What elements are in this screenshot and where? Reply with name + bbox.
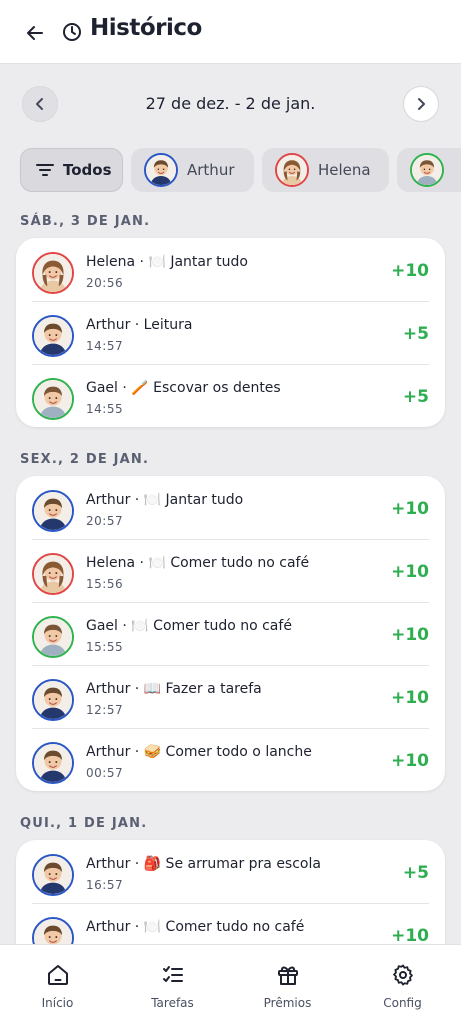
points-value: +10 xyxy=(391,625,429,645)
nav-label: Prêmios xyxy=(263,996,312,1010)
avatar xyxy=(32,679,74,721)
activity-title: Arthur · 🎒 Se arrumar pra escola xyxy=(86,856,321,872)
filter-chip-helena[interactable]: Helena xyxy=(262,148,389,192)
nav-item-config[interactable]: Config xyxy=(345,945,460,1024)
points-value: +10 xyxy=(391,562,429,582)
section-date-header: QUI., 1 DE JAN. xyxy=(20,816,148,831)
top-app-bar: Histórico xyxy=(0,0,461,64)
history-row[interactable]: Helena · 🍽️ Comer tudo no café 15:56 +10 xyxy=(16,539,445,602)
bottom-navigation: Início Tarefas Prêmios Config xyxy=(0,944,461,1024)
points-value: +10 xyxy=(391,688,429,708)
person-filter-chips: Todos Arthur Helena xyxy=(20,148,461,192)
filter-chip-gael[interactable] xyxy=(397,148,461,192)
activity-title: Arthur · 🍽️ Jantar tudo xyxy=(86,492,244,508)
activity-title: Arthur · 🍽️ Comer tudo no café xyxy=(86,919,305,935)
nav-label: Início xyxy=(41,996,74,1010)
activity-title: Gael · 🪥 Escovar os dentes xyxy=(86,380,281,396)
avatar xyxy=(32,616,74,658)
avatar xyxy=(32,378,74,420)
activity-time: 14:57 xyxy=(86,339,124,353)
points-value: +5 xyxy=(402,863,429,883)
arrow-left-icon xyxy=(27,26,43,40)
activity-time: 00:57 xyxy=(86,766,124,780)
avatar xyxy=(275,153,309,187)
history-row[interactable]: Arthur · 🎒 Se arrumar pra escola 16:57 +… xyxy=(16,840,445,903)
activity-title: Arthur · 📖 Fazer a tarefa xyxy=(86,681,262,697)
nav-item-inicio[interactable]: Início xyxy=(0,945,115,1024)
filter-chip-label: Todos xyxy=(63,161,112,179)
activity-time: 14:55 xyxy=(86,402,124,416)
nav-item-tarefas[interactable]: Tarefas xyxy=(115,945,230,1024)
history-row[interactable]: Gael · 🍽️ Comer tudo no café 15:55 +10 xyxy=(16,602,445,665)
avatar xyxy=(144,153,178,187)
activity-title: Arthur · Leitura xyxy=(86,317,193,333)
chevron-right-icon xyxy=(418,98,425,110)
points-value: +10 xyxy=(391,926,429,946)
history-card: Arthur · 🍽️ Jantar tudo 20:57 +10 Helena… xyxy=(16,476,445,791)
filter-icon xyxy=(36,164,54,176)
avatar xyxy=(32,854,74,896)
history-card: Helena · 🍽️ Jantar tudo 20:56 +10 Arthur… xyxy=(16,238,445,427)
points-value: +10 xyxy=(391,499,429,519)
section-date-header: SEX., 2 DE JAN. xyxy=(20,452,150,467)
next-week-button[interactable] xyxy=(403,86,439,122)
checklist-icon xyxy=(163,966,183,982)
activity-title: Helena · 🍽️ Jantar tudo xyxy=(86,254,248,270)
history-row[interactable]: Arthur · 🥪 Comer todo o lanche 00:57 +10 xyxy=(16,728,445,791)
history-row[interactable]: Arthur · 📖 Fazer a tarefa 12:57 +10 xyxy=(16,665,445,728)
avatar xyxy=(32,490,74,532)
nav-item-premios[interactable]: Prêmios xyxy=(230,945,345,1024)
activity-time: 20:56 xyxy=(86,276,124,290)
filter-chip-all[interactable]: Todos xyxy=(20,148,123,192)
activity-title: Gael · 🍽️ Comer tudo no café xyxy=(86,618,292,634)
section-date-header: SÁB., 3 DE JAN. xyxy=(20,214,151,229)
activity-title: Helena · 🍽️ Comer tudo no café xyxy=(86,555,310,571)
nav-label: Tarefas xyxy=(151,996,194,1010)
points-value: +10 xyxy=(391,261,429,281)
activity-time: 16:57 xyxy=(86,878,124,892)
page-title: Histórico xyxy=(90,15,202,41)
history-row[interactable]: Helena · 🍽️ Jantar tudo 20:56 +10 xyxy=(16,238,445,301)
avatar xyxy=(32,252,74,294)
gear-icon xyxy=(393,964,413,986)
activity-time: 20:57 xyxy=(86,514,124,528)
date-range-bar: 27 de dez. - 2 de jan. xyxy=(0,64,461,144)
points-value: +5 xyxy=(402,387,429,407)
avatar xyxy=(32,553,74,595)
gift-icon xyxy=(278,966,298,985)
home-icon xyxy=(48,965,68,985)
back-button[interactable] xyxy=(22,20,48,46)
avatar xyxy=(32,742,74,784)
history-row[interactable]: Arthur · Leitura 14:57 +5 xyxy=(16,301,445,364)
points-value: +5 xyxy=(402,324,429,344)
filter-chip-arthur[interactable]: Arthur xyxy=(131,148,254,192)
filter-chip-label: Arthur xyxy=(187,161,235,179)
activity-time: 15:55 xyxy=(86,640,124,654)
activity-time: 15:56 xyxy=(86,577,124,591)
avatar xyxy=(410,153,444,187)
activity-time: 12:57 xyxy=(86,703,124,717)
activity-title: Arthur · 🥪 Comer todo o lanche xyxy=(86,744,312,760)
filter-chip-label: Helena xyxy=(318,161,371,179)
history-row[interactable]: Arthur · 🍽️ Jantar tudo 20:57 +10 xyxy=(16,476,445,539)
nav-label: Config xyxy=(383,996,422,1010)
history-row[interactable]: Gael · 🪥 Escovar os dentes 14:55 +5 xyxy=(16,364,445,427)
points-value: +10 xyxy=(391,751,429,771)
avatar xyxy=(32,315,74,357)
date-range-label: 27 de dez. - 2 de jan. xyxy=(145,94,316,113)
clock-icon xyxy=(63,23,81,41)
